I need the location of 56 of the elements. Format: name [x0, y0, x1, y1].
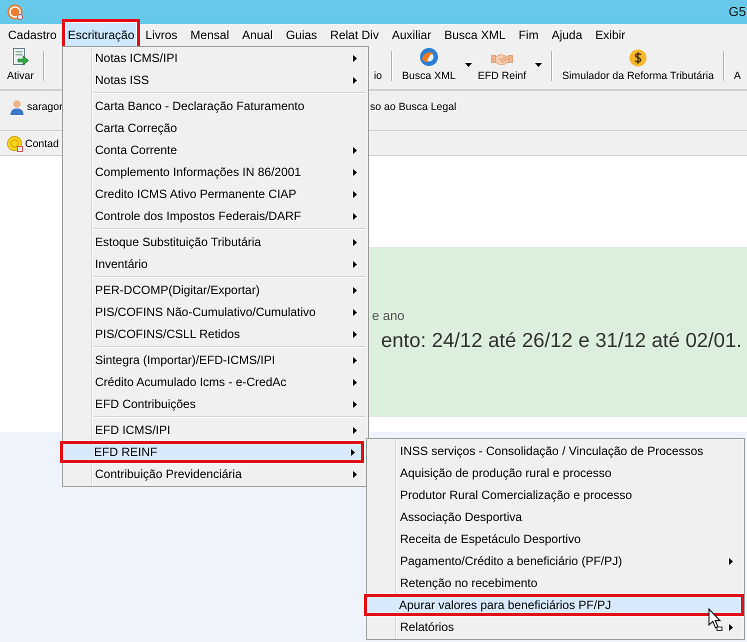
menu-item[interactable]: EFD ICMS/IPI [65, 419, 366, 441]
app-logo-icon [7, 4, 23, 20]
menu-item[interactable]: Inventário [65, 253, 366, 275]
menu-item[interactable]: Aquisição de produção rural e processo [369, 462, 742, 484]
menu-item[interactable]: Associação Desportiva [369, 506, 742, 528]
mouse-cursor-icon [708, 608, 723, 631]
menu-item[interactable]: Notas ISS [65, 69, 366, 91]
notice-text: e ano [372, 308, 406, 324]
menu-bar-item[interactable]: Exibir [589, 25, 632, 45]
menu-bar-item[interactable]: Busca XML [438, 25, 512, 45]
toolbar-button[interactable]: Busca XML [399, 49, 475, 86]
user-icon [9, 99, 25, 115]
menu-item[interactable]: Carta Correção [65, 117, 366, 139]
user-name: saragor [27, 101, 63, 113]
menu-item[interactable]: Sintegra (Importar)/EFD-ICMS/IPI [65, 349, 366, 371]
dollar-coin-icon [629, 49, 648, 67]
handshake-icon [490, 51, 513, 67]
toolbar-button[interactable]: EFD Reinf [474, 49, 546, 86]
menu-item[interactable]: Conta Corrente [65, 139, 366, 161]
menu-item[interactable]: PIS/COFINS Não-Cumulativo/Cumulativo [65, 301, 366, 323]
menu-item[interactable]: Pagamento/Crédito a beneficiário (PF/PJ) [369, 550, 742, 572]
menu-item[interactable]: Produtor Rural Comercialização e processo [369, 484, 742, 506]
tab[interactable]: Contad [7, 136, 59, 152]
menu-item[interactable]: Estoque Substituição Tributária [65, 231, 366, 253]
toolbar-button[interactable]: Ativar [4, 49, 37, 86]
menu-item[interactable]: INSS serviços - Consolidação / Vinculação de Processos [369, 440, 742, 462]
menu-item[interactable]: PIS/COFINS/CSLL Retidos [65, 323, 366, 345]
menu-bar-item[interactable]: Livros [139, 25, 184, 45]
toolbar-button[interactable]: io [370, 49, 386, 86]
notice-text: so ao Busca Legal [369, 100, 456, 115]
menu-item[interactable]: EFD Contribuições [65, 393, 366, 415]
round-logo-icon [7, 136, 23, 152]
menu-item[interactable]: Receita de Espetáculo Desportivo [369, 528, 742, 550]
menu-bar-item[interactable]: Anual [236, 25, 279, 45]
menu-item[interactable]: Crédito Acumulado Icms - e-CredAc [65, 371, 366, 393]
menu-item[interactable]: Credito ICMS Ativo Permanente CIAP [65, 183, 366, 205]
menu-bar-item[interactable]: Ajuda [546, 25, 588, 45]
menu-bar-item[interactable]: Relat Div [324, 25, 385, 45]
menu-item[interactable]: Complemento Informações IN 86/2001 [65, 161, 366, 183]
menu-bar-item[interactable]: Mensal [184, 25, 236, 45]
toolbar-button[interactable]: Simulador da Reforma Tributária [559, 49, 717, 86]
menu-item[interactable]: Contribuição Previdenciária [65, 463, 366, 485]
menu-bar-item[interactable]: Fim [512, 25, 545, 45]
menu-bar-item[interactable]: Cadastro [2, 25, 63, 45]
menu-bar-item[interactable]: Guias [280, 25, 324, 45]
menu-item[interactable]: Carta Banco - Declaração Faturamento [65, 95, 366, 117]
window-title: G5 [728, 4, 746, 20]
menu-item[interactable]: Controle dos Impostos Federais/DARF [65, 205, 366, 227]
menu-bar-item[interactable]: Auxiliar [386, 25, 438, 45]
menu-item[interactable]: Apurar valores para beneficiários PF/PJ [364, 594, 744, 616]
menu-item[interactable]: Relatórios [369, 616, 742, 638]
notice-heading: ento: 24/12 até 26/12 e 31/12 até 02/01. [380, 329, 743, 353]
menu-item[interactable]: PER-DCOMP(Digitar/Exportar) [65, 279, 366, 301]
menu-item[interactable]: Retenção no recebimento [369, 572, 742, 594]
toolbar-button[interactable]: A [730, 49, 744, 86]
menu-item[interactable]: EFD REINF [60, 441, 364, 463]
